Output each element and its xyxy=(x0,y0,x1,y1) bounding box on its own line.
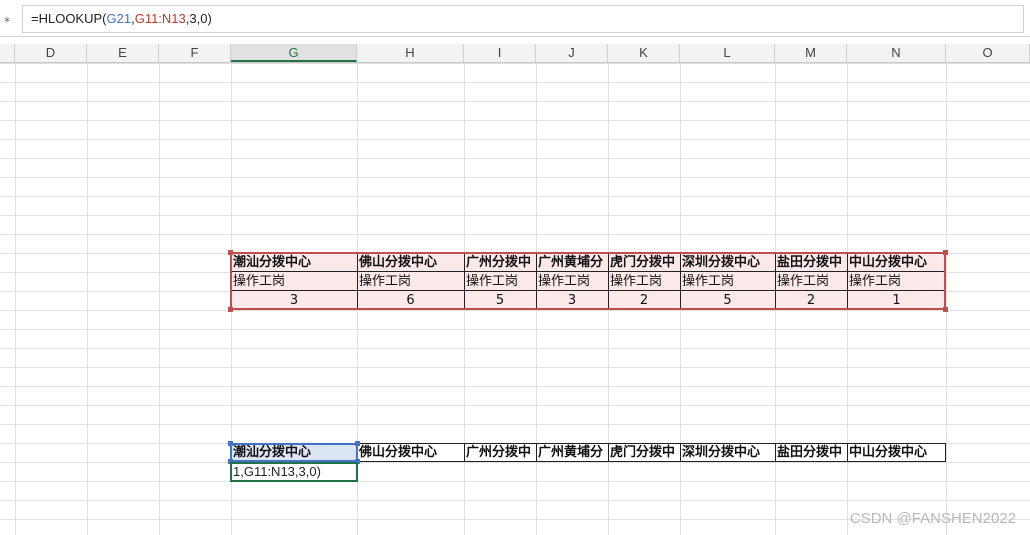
col-header-e[interactable]: E xyxy=(87,44,159,62)
result-header-cell[interactable]: 中山分拨中心 xyxy=(847,443,946,462)
table-value-cell[interactable]: 6 xyxy=(357,291,464,310)
referenced-cell-g21[interactable]: 潮汕分拨中心 xyxy=(230,443,358,462)
col-header-m[interactable]: M xyxy=(775,44,847,62)
table-sub-cell[interactable]: 操作工岗 xyxy=(775,272,847,291)
result-header-cell[interactable]: 广州黄埔分 xyxy=(536,443,608,462)
table-border xyxy=(680,253,681,309)
formula-input[interactable]: =HLOOKUP(G21,G11:N13,3,0) xyxy=(22,5,1024,33)
grid-line xyxy=(15,63,16,535)
table-sub-cell[interactable]: 操作工岗 xyxy=(231,272,357,291)
col-header-i[interactable]: I xyxy=(464,44,536,62)
result-header-cell[interactable]: 深圳分拨中心 xyxy=(680,443,775,462)
table-value-cell[interactable]: 2 xyxy=(775,291,847,310)
table-border xyxy=(847,443,848,462)
table-border xyxy=(608,253,609,309)
table-value-cell[interactable]: 5 xyxy=(464,291,536,310)
result-header-cell[interactable]: 虎门分拨中 xyxy=(608,443,680,462)
table-value-cell[interactable]: 3 xyxy=(536,291,608,310)
grid-line xyxy=(87,63,88,535)
formula-text: =HLOOKUP(G21,G11:N13,3,0) xyxy=(31,6,212,32)
table-value-cell[interactable]: 2 xyxy=(608,291,680,310)
formula-ref-g21: G21 xyxy=(106,11,132,26)
table-border xyxy=(357,443,946,444)
table-border xyxy=(464,443,465,462)
table-border xyxy=(231,271,946,272)
col-header-d[interactable]: D xyxy=(15,44,87,62)
col-header-n[interactable]: N xyxy=(847,44,946,62)
result-header-cell[interactable]: 佛山分拨中心 xyxy=(357,443,464,462)
table-header-cell[interactable]: 广州分拨中 xyxy=(464,253,536,272)
ref-resize-handle[interactable] xyxy=(228,441,233,446)
table-value-cell[interactable]: 1 xyxy=(847,291,946,310)
col-header-o[interactable]: O xyxy=(946,44,1030,62)
grid-line xyxy=(159,63,160,535)
table-border xyxy=(536,253,537,309)
ref-resize-handle[interactable] xyxy=(355,441,360,446)
formula-bar-edge-icon: ⁎ xyxy=(4,11,10,25)
col-header-f[interactable]: F xyxy=(159,44,231,62)
formula-prefix: =HLOOKUP( xyxy=(31,11,107,26)
table-border xyxy=(357,253,358,309)
formula-ref-range: G11:N13 xyxy=(134,11,186,26)
formula-bar: ⁎ =HLOOKUP(G21,G11:N13,3,0) xyxy=(0,0,1030,37)
table-sub-cell[interactable]: 操作工岗 xyxy=(536,272,608,291)
table-sub-cell[interactable]: 操作工岗 xyxy=(680,272,775,291)
col-header-g[interactable]: G xyxy=(231,44,357,62)
table-sub-cell[interactable]: 操作工岗 xyxy=(464,272,536,291)
range-resize-handle[interactable] xyxy=(228,250,233,255)
table-header-cell[interactable]: 广州黄埔分 xyxy=(536,253,608,272)
result-header-cell[interactable]: 盐田分拨中 xyxy=(775,443,847,462)
active-edit-cell[interactable]: 1,G11:N13,3,0) xyxy=(230,462,358,482)
col-header-j[interactable]: J xyxy=(536,44,608,62)
table-header-cell[interactable]: 深圳分拨中心 xyxy=(680,253,775,272)
range-resize-handle[interactable] xyxy=(228,307,233,312)
grid-line xyxy=(946,63,947,535)
table-sub-cell[interactable]: 操作工岗 xyxy=(357,272,464,291)
col-header-k[interactable]: K xyxy=(608,44,680,62)
col-header-partial[interactable] xyxy=(0,44,15,62)
formula-suffix: ,3,0) xyxy=(185,11,212,26)
table-border xyxy=(775,443,776,462)
table-header-cell[interactable]: 中山分拨中心 xyxy=(847,253,946,272)
table-border xyxy=(608,443,609,462)
table-sub-cell[interactable]: 操作工岗 xyxy=(608,272,680,291)
range-resize-handle[interactable] xyxy=(943,307,948,312)
table-value-cell[interactable]: 5 xyxy=(680,291,775,310)
table-header-cell[interactable]: 佛山分拨中心 xyxy=(357,253,464,272)
col-header-l[interactable]: L xyxy=(680,44,775,62)
table-value-cell[interactable]: 3 xyxy=(231,291,357,310)
table-border xyxy=(847,253,848,309)
table-header-cell[interactable]: 潮汕分拨中心 xyxy=(231,253,357,272)
table-border xyxy=(680,443,681,462)
watermark: CSDN @FANSHEN2022 xyxy=(849,510,1016,527)
range-resize-handle[interactable] xyxy=(943,250,948,255)
table-border xyxy=(775,253,776,309)
col-header-h[interactable]: H xyxy=(357,44,464,62)
table-header-cell[interactable]: 盐田分拨中 xyxy=(775,253,847,272)
table-border xyxy=(945,443,946,462)
table-border xyxy=(231,290,946,291)
column-header-row: D E F G H I J K L M N O xyxy=(0,44,1030,63)
table-border xyxy=(536,443,537,462)
table-sub-cell[interactable]: 操作工岗 xyxy=(847,272,946,291)
table-border xyxy=(357,461,946,462)
table-border xyxy=(464,253,465,309)
result-header-cell[interactable]: 广州分拨中 xyxy=(464,443,536,462)
table-header-cell[interactable]: 虎门分拨中 xyxy=(608,253,680,272)
